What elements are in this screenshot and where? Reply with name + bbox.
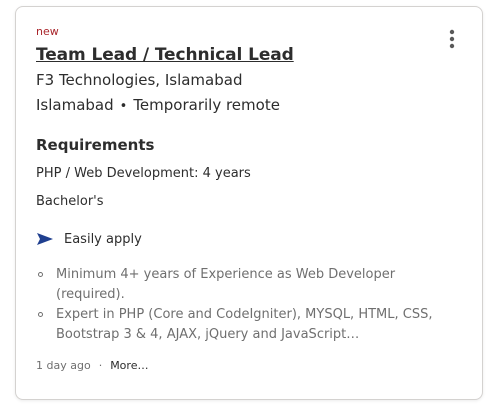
- snippet-item: Minimum 4+ years of Experience as Web De…: [36, 265, 456, 305]
- more-link[interactable]: More…: [110, 359, 148, 372]
- snippet-text: Minimum 4+ years of Experience as Web De…: [56, 267, 396, 302]
- easy-apply-label: Easily apply: [64, 231, 142, 247]
- new-badge: new: [36, 25, 59, 38]
- paper-plane-icon: [37, 233, 53, 245]
- location-row: Islamabad • Temporarily remote: [36, 95, 280, 117]
- job-snippet-list: Minimum 4+ years of Experience as Web De…: [36, 265, 456, 345]
- job-title-link[interactable]: Team Lead / Technical Lead: [36, 44, 294, 66]
- requirement-item: Bachelor's: [36, 194, 104, 209]
- snippet-text: Expert in PHP (Core and CodeIgniter), MY…: [56, 307, 433, 342]
- location-text: Islamabad: [36, 96, 114, 114]
- work-mode-text: Temporarily remote: [133, 96, 280, 114]
- snippet-item: Expert in PHP (Core and CodeIgniter), MY…: [36, 305, 456, 345]
- vertical-ellipsis-icon: [449, 29, 455, 49]
- company-name: F3 Technologies, Islamabad: [36, 71, 243, 89]
- easy-apply-indicator: Easily apply: [36, 229, 142, 249]
- circle-bullet-icon: [38, 272, 43, 277]
- requirement-item: PHP / Web Development: 4 years: [36, 166, 251, 181]
- card-footer: 1 day ago · More…: [36, 359, 148, 373]
- more-options-button[interactable]: [441, 27, 463, 51]
- posted-date: 1 day ago: [36, 359, 91, 372]
- requirements-heading: Requirements: [36, 136, 155, 154]
- circle-bullet-icon: [38, 312, 43, 317]
- job-card[interactable]: new Team Lead / Technical Lead F3 Techno…: [15, 6, 483, 400]
- footer-separator: ·: [98, 359, 103, 372]
- location-separator: •: [119, 99, 128, 114]
